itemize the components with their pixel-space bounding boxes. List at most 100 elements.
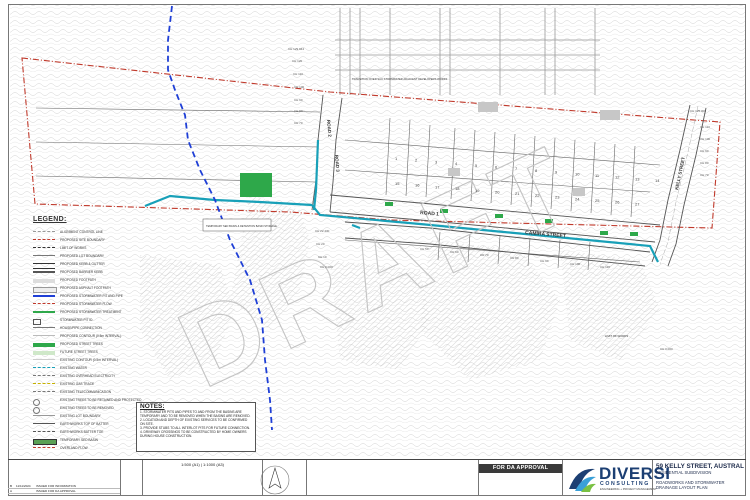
note-2: 2. LOCATION AND DEPTH OF EXISTING SERVIC… [140, 418, 248, 426]
chainage-label: CH 22.430 [315, 229, 330, 233]
chainage-label: CH 0.000 [660, 347, 673, 351]
approval-cell: FOR DA APPROVAL [478, 460, 562, 496]
chainage-label: CH 120 [292, 59, 303, 63]
lot-number: 19 [475, 188, 480, 193]
legend-symbol-icon [33, 247, 55, 252]
legend-item: PROPOSED STORMWATER PIT AND PIPE [33, 294, 138, 300]
lot-number: 24 [575, 196, 580, 201]
chainage-label: CH 110 [600, 265, 610, 269]
legend-symbol-icon [33, 319, 41, 325]
lot-number: 20 [495, 190, 500, 195]
legend-item: EXISTING GAS TRACE [33, 382, 138, 388]
chainage-label: CH 90 [700, 149, 709, 153]
legend-label: PROPOSED KERB & GUTTER [60, 262, 105, 266]
chainage-label: CH 70 [294, 121, 303, 125]
legend-item: EXISTING TREES TO BE RETAINED AND PROTEC… [33, 398, 142, 406]
legend-symbol-icon [33, 423, 55, 428]
project-title: 59 KELLY STREET, AUSTRAL [656, 463, 744, 470]
legend-item: EXISTING TREES TO BE REMOVED [33, 406, 138, 414]
legend-item: STORMWATER PIT ID [33, 318, 138, 325]
legend-label: EXISTING TREES TO BE RETAINED AND PROTEC… [60, 398, 142, 402]
legend-label: LIMIT OF WORKS [60, 246, 87, 250]
legend-item: PROPOSED LOT BOUNDARY [33, 254, 138, 260]
revision-row: A ISSUED FOR DA APPROVAL [8, 489, 120, 494]
legend-symbol-icon [33, 399, 40, 406]
diversi-logo-icon [569, 468, 596, 492]
chainage-label: CH 80 [510, 256, 519, 260]
legend-label: EXISTING TELECOMMUNICATION [60, 390, 112, 394]
legend-label: PROPOSED STORMWATER FLOW [60, 302, 112, 306]
legend-label: PROPOSED FOOTPATH [60, 278, 96, 282]
revision-description: ISSUED FOR INFORMATION [36, 484, 76, 488]
chainage-label: CH 20 [316, 242, 325, 246]
legend-symbol-icon [33, 295, 55, 301]
legend-item: PROPOSED STREET TREES [33, 342, 138, 348]
legend-symbol-icon [33, 439, 57, 445]
legend-label: EXISTING CONTOUR (0.5m INTERVAL) [60, 358, 119, 362]
lot-number: 17 [435, 184, 440, 189]
lot-number: 23 [555, 195, 560, 200]
lot-number: 21 [515, 191, 520, 196]
legend-symbol-icon [33, 375, 55, 380]
legend-symbol-icon [33, 359, 55, 364]
legend-symbol-icon [33, 415, 55, 420]
note-4: 4. DRIVEWAY CROSSINGS TO BE CONSTRUCTED … [140, 430, 247, 438]
north-cell [262, 460, 306, 496]
legend-label: EARTHWORKS TOP OF BATTER [60, 422, 109, 426]
chainage-label: CH 100 [294, 85, 305, 89]
legend-label: EXISTING LOT BOUNDARY [60, 414, 101, 418]
legend-item: EXISTING TELECOMMUNICATION [33, 390, 138, 396]
transition-callout: TRANSITION OVER SAU STORMWATER ADJACENT … [352, 77, 448, 81]
legend-item: TEMPORARY SED BASIN [33, 438, 138, 445]
chainage-label: CH 100 [570, 262, 581, 266]
notes-box: NOTES: 1. STORMWATER PITS AND PIPES TO A… [136, 402, 256, 452]
lot-number: 18 [455, 186, 460, 191]
legend-symbol-icon [33, 335, 55, 340]
drawing-title: ROADWORKS AND STORMWATER DRAINAGE LAYOUT… [656, 480, 725, 490]
legend-symbol-icon [33, 255, 55, 260]
basin-callout: TEMPORARY SED BASIN & DETENTION BASIN ST… [206, 224, 277, 228]
title-block: B 11/11/2024 ISSUED FOR INFORMATION A IS… [8, 459, 746, 496]
legend-label: PROPOSED CONTOUR (0.5m INTERVAL) [60, 334, 122, 338]
legend-symbol-icon [33, 311, 55, 317]
lot-number: 27 [635, 201, 640, 206]
legend-item: OVERLAND FLOW [33, 446, 138, 452]
chainage-label: CH 100 [700, 137, 711, 141]
drawing-scale: 1:500 (A1) | 1:1000 (A3) [181, 462, 224, 467]
legend-symbol-icon [33, 391, 55, 396]
legend-label: EXISTING GAS TRACE [60, 382, 95, 386]
legend-label: EXISTING OVERHEAD ELECTRICITY [60, 374, 116, 378]
lot-number: 25 [595, 198, 600, 203]
lot-number: 22 [535, 193, 540, 198]
chainage-label: CH 129.944 [288, 47, 304, 51]
legend-item: EXISTING WATER [33, 366, 138, 372]
legend-symbol-icon [33, 343, 55, 347]
legend-item: EXISTING CONTOUR (0.5m INTERVAL) [33, 358, 138, 364]
lot-number: 12 [615, 175, 620, 180]
legend-title: LEGEND: [33, 216, 67, 223]
lot-number: 15 [395, 181, 400, 186]
note-1: 1. STORMWATER PITS AND PIPES TO AND FROM… [140, 410, 251, 418]
legend-label: HOUSE/PIPE CONNECTION [60, 326, 102, 330]
legend-label: PROPOSED SITE BOUNDARY [60, 238, 105, 242]
legend-item: PROPOSED KERB & GUTTER [33, 262, 138, 269]
company-tagline: ENGINEERING + PROJECT MANAGEMENT [600, 487, 657, 491]
legend-label: EXISTING WATER [60, 366, 87, 370]
lot-number: 16 [415, 183, 420, 188]
legend: LEGEND: ALIGNMENT CONTROL LINE PROPOSED S… [33, 216, 142, 453]
chainage-label: CH 110 [700, 125, 710, 129]
lot-number: 26 [615, 200, 620, 205]
project-subtitle: RESIDENTIAL SUBDIVISION [656, 470, 712, 475]
signature-cell [120, 460, 142, 496]
chainage-label: CH 80 [700, 161, 709, 165]
chainage-label: CH 0.000 [320, 265, 333, 269]
legend-symbol-icon [33, 279, 55, 283]
legend-label: STORMWATER PIT ID [60, 318, 93, 322]
company-cell: DIVERSI CONSULTING ENGINEERING + PROJECT… [562, 460, 670, 496]
chainage-label: CH 50 [420, 247, 429, 251]
revision-id: A [10, 489, 13, 493]
legend-item: EARTHWORKS BATTER TOE [33, 430, 138, 436]
legend-label: PROPOSED ASPHALT FOOTPATH [60, 286, 111, 290]
legend-symbol-icon [33, 239, 55, 244]
chainage-label: CH 110 [293, 72, 303, 76]
